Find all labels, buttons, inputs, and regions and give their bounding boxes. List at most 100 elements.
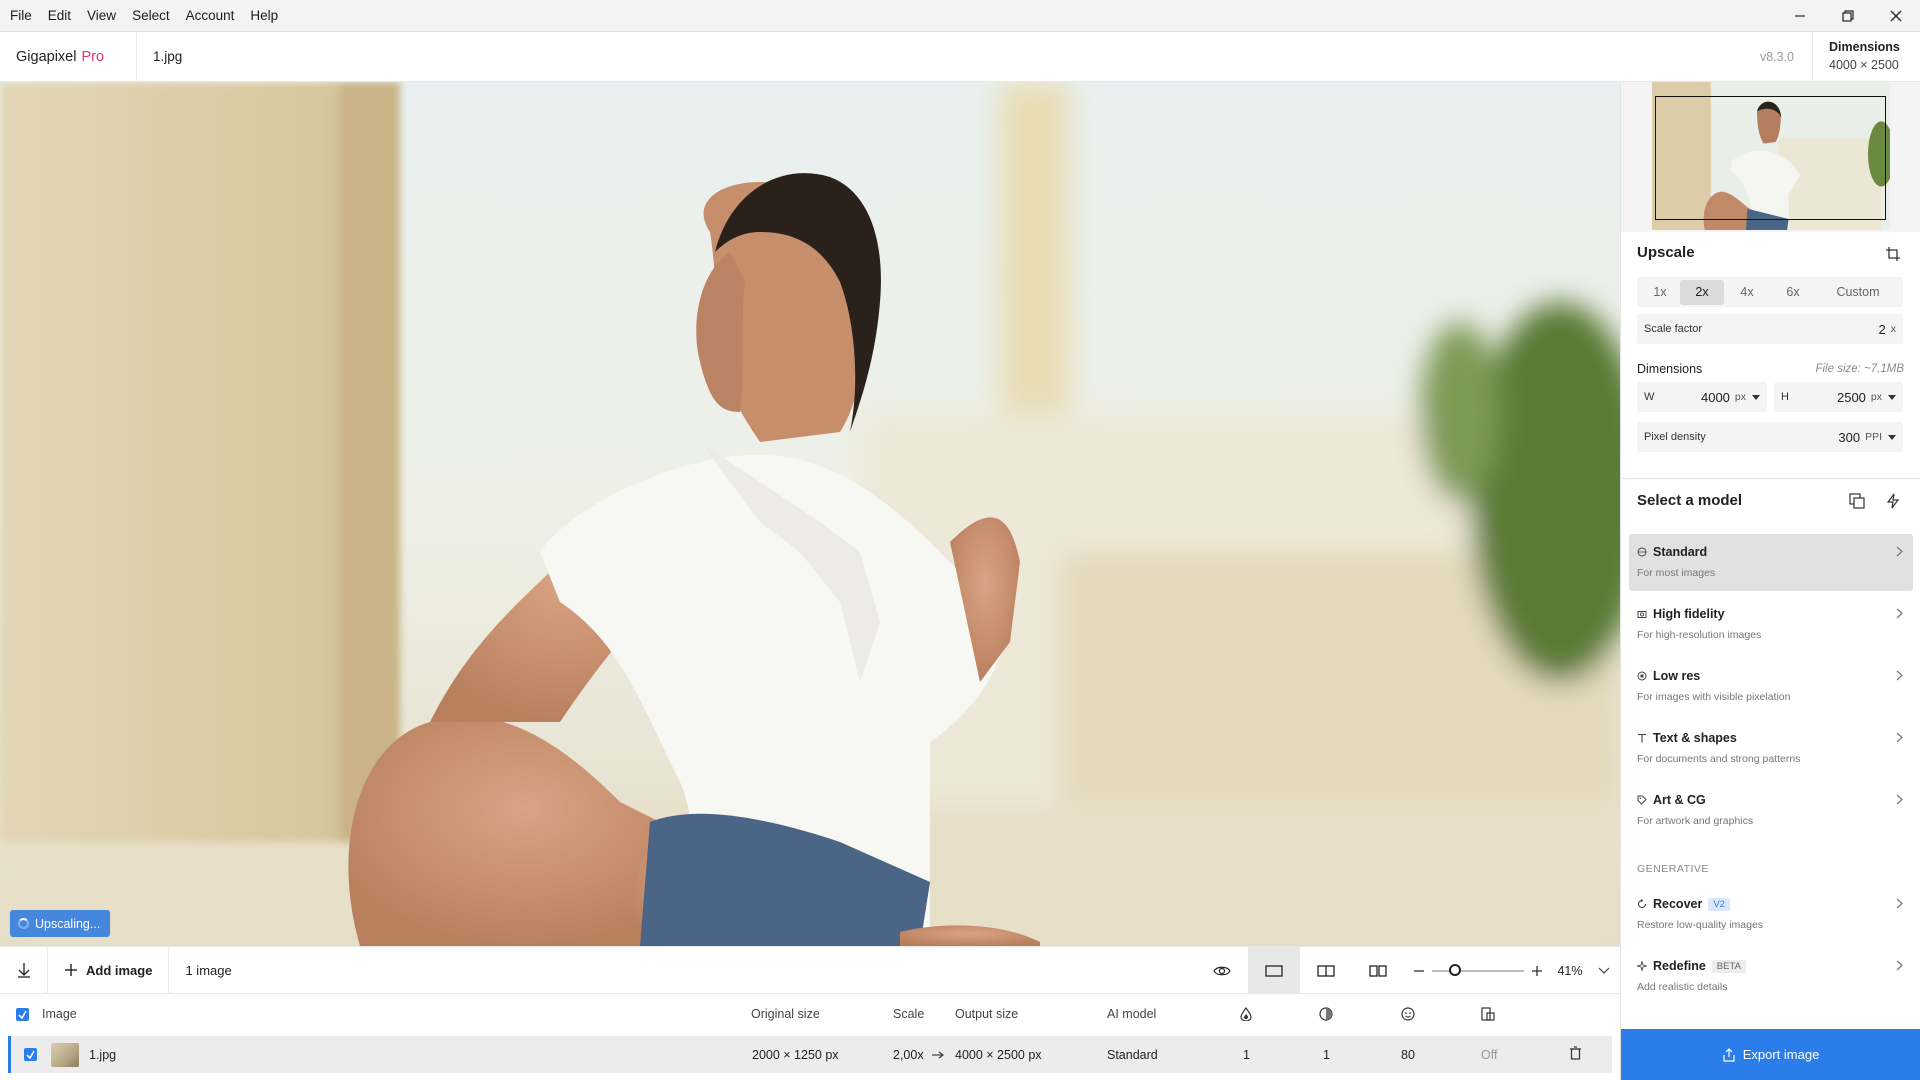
check-icon [26,1050,35,1059]
zoom-slider-handle[interactable] [1449,964,1461,976]
zoom-slider[interactable] [1432,964,1524,976]
crop-button[interactable] [1884,245,1902,263]
model-desc: For most images [1637,567,1716,579]
delete-row-button[interactable] [1569,1046,1582,1063]
single-view-button[interactable] [1248,947,1300,995]
model-recover[interactable]: Recover V2 Restore low-quality images [1629,886,1913,943]
menu-view[interactable]: View [79,0,124,32]
zoom-out-icon[interactable] [1414,966,1424,976]
table-row[interactable]: 1.jpg 2000 × 1250 px 2,00x 4000 × 2500 p… [8,1036,1612,1073]
row-sharpen: 1 [1323,1047,1330,1062]
import-button[interactable] [0,946,48,994]
col-ai-model[interactable]: AI model [1107,1007,1156,1021]
split-view-button[interactable] [1300,947,1352,995]
width-unit-dropdown-icon[interactable] [1752,394,1760,400]
brand-tier: Pro [81,48,105,65]
version-label: v8.3.0 [1759,50,1794,64]
row-face-recovery: 80 [1401,1047,1415,1062]
compare-models-button[interactable] [1848,492,1866,510]
col-original-size[interactable]: Original size [751,1007,820,1021]
minimize-button[interactable] [1776,0,1824,32]
scale-factor-label: Scale factor [1644,323,1703,335]
menu-account[interactable]: Account [178,0,243,32]
side-by-side-button[interactable] [1352,947,1404,995]
model-desc: For documents and strong patterns [1637,753,1801,765]
lightning-icon [1886,493,1900,509]
width-field[interactable]: W 4000 px [1637,382,1767,412]
scale-option-custom[interactable]: Custom [1816,280,1900,305]
minimize-icon [1795,14,1805,17]
scale-option-4x[interactable]: 4x [1724,280,1770,305]
chevron-right-icon [1896,670,1903,681]
row-filename: 1.jpg [89,1047,117,1062]
scale-option-6x[interactable]: 6x [1770,280,1816,305]
model-art-cg[interactable]: Art & CG For artwork and graphics [1629,782,1913,839]
pixel-density-field[interactable]: Pixel density 300 PPI [1637,422,1903,452]
menu-edit[interactable]: Edit [40,0,79,32]
chevron-right-icon [1896,608,1903,619]
window-controls [1776,0,1920,32]
row-checkbox[interactable] [24,1048,37,1061]
model-redefine[interactable]: Redefine BETA Add realistic details [1629,948,1913,1005]
model-high-fidelity[interactable]: High fidelity For high-resolution images [1629,596,1913,653]
menu-file[interactable]: File [0,0,40,32]
zoom-control: 41% [1404,964,1620,978]
scale-option-1x[interactable]: 1x [1640,280,1680,305]
single-view-icon [1265,965,1283,977]
add-image-button[interactable]: Add image [48,946,170,994]
image-canvas[interactable]: Upscaling... [0,82,1620,946]
height-field[interactable]: H 2500 px [1774,382,1903,412]
dimensions-summary: Dimensions 4000 × 2500 [1812,32,1920,82]
chevron-down-icon[interactable] [1598,967,1610,975]
export-icon [1723,1047,1735,1062]
select-all-checkbox[interactable] [16,1007,29,1021]
generative-group-label: GENERATIVE [1637,863,1709,875]
navigator[interactable] [1621,82,1920,232]
chevron-right-icon [1896,794,1903,805]
col-output-size[interactable]: Output size [955,1007,1018,1021]
model-text-shapes[interactable]: Text & shapes For documents and strong p… [1629,720,1913,777]
face-icon [1401,1007,1415,1021]
scale-factor-unit: x [1890,323,1896,335]
menu-help[interactable]: Help [242,0,286,32]
pixel-density-value[interactable]: 300 [1838,430,1860,445]
width-value[interactable]: 4000 [1701,390,1730,405]
pixel-density-label: Pixel density [1644,431,1706,443]
globe-icon [1637,547,1647,557]
row-original-size: 2000 × 1250 px [752,1047,839,1062]
zoom-value: 41% [1557,964,1583,978]
auto-model-button[interactable] [1884,492,1902,510]
scale-factor-field[interactable]: Scale factor 2 x [1637,314,1903,344]
app-header: Gigapixel Pro 1.jpg v8.3.0 Dimensions 40… [0,31,1920,82]
zoom-in-icon[interactable] [1532,966,1542,976]
eye-icon [1213,966,1231,976]
canvas-toolbar: Add image 1 image 41% [0,946,1620,995]
recover-icon [1637,899,1647,909]
pixel-icon [1637,671,1647,681]
model-desc: For images with visible pixelation [1637,691,1791,703]
brand-name: Gigapixel [16,48,77,65]
export-image-button[interactable]: Export image [1621,1029,1920,1080]
density-unit-dropdown-icon[interactable] [1888,434,1896,440]
close-button[interactable] [1872,0,1920,32]
col-image[interactable]: Image [42,1007,77,1021]
scale-option-2x[interactable]: 2x [1680,279,1724,305]
file-tab[interactable]: 1.jpg [137,49,182,64]
height-unit-dropdown-icon[interactable] [1888,394,1896,400]
compare-icon [1849,493,1865,509]
export-label: Export image [1742,1047,1820,1062]
preview-image [0,82,1620,946]
height-value[interactable]: 2500 [1837,390,1866,405]
preview-toggle-button[interactable] [1196,947,1248,995]
arrow-down-icon [17,963,30,978]
col-scale[interactable]: Scale [893,1007,924,1021]
height-unit: px [1870,391,1882,403]
restore-button[interactable] [1824,0,1872,32]
image-table: Image Original size Scale Output size AI… [0,994,1620,1080]
sparkle-icon [1637,961,1647,971]
menu-select[interactable]: Select [124,0,178,32]
navigator-viewport[interactable] [1655,96,1886,220]
model-standard[interactable]: Standard For most images [1629,534,1913,591]
scale-factor-value[interactable]: 2 [1879,322,1886,337]
model-low-res[interactable]: Low res For images with visible pixelati… [1629,658,1913,715]
